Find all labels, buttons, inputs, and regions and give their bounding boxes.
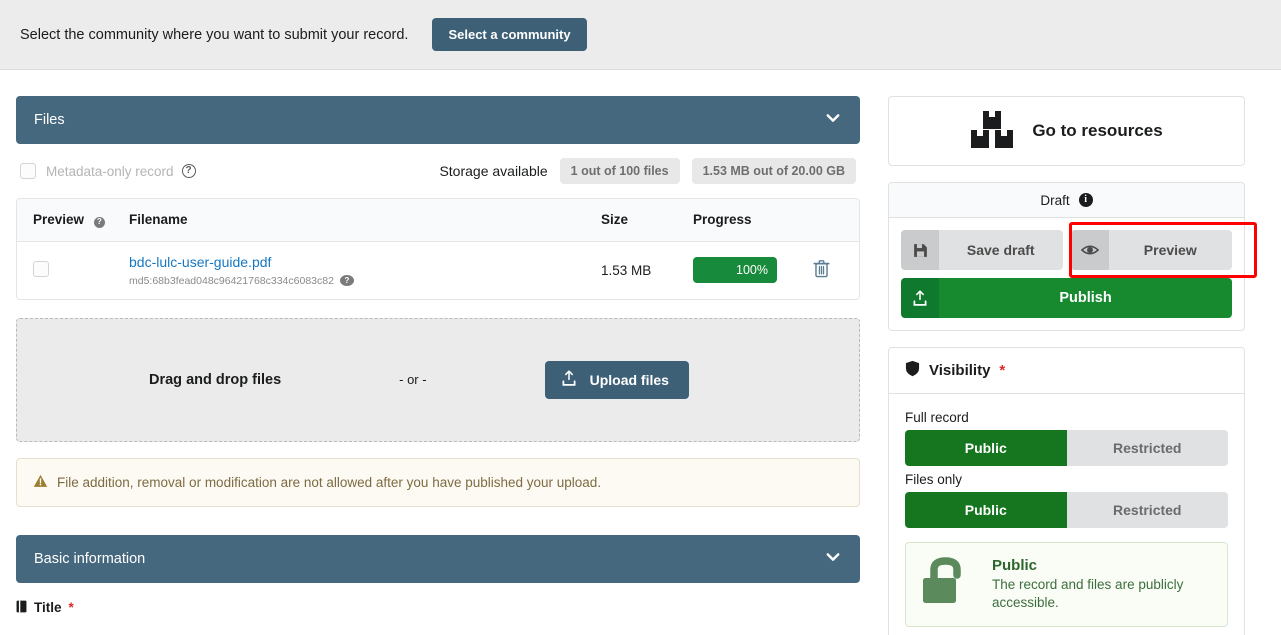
- files-table-head: Preview ? Filename Size Progress: [17, 199, 859, 242]
- visibility-options: Full record Public Restricted Files only…: [889, 394, 1244, 635]
- storage-availability: Storage available 1 out of 100 files 1.5…: [439, 157, 856, 185]
- title-label-text: Title: [34, 600, 62, 615]
- column-header-actions: [801, 199, 859, 242]
- basic-information-header[interactable]: Basic information: [16, 534, 860, 583]
- visibility-card: Visibility * Full record Public Restrict…: [888, 347, 1245, 635]
- required-marker: *: [68, 600, 74, 615]
- sidebar-column: Go to resources Draft i Save draft Previ…: [888, 96, 1257, 635]
- preview-header-label: Preview: [33, 212, 85, 227]
- files-only-public-option[interactable]: Public: [905, 492, 1067, 528]
- main-form-column: Files Metadata-only record ? Storage ava…: [16, 96, 860, 616]
- metadata-only-row: Metadata-only record ? Storage available…: [16, 144, 860, 198]
- row-progress-cell: 100%: [681, 242, 801, 299]
- storage-files-badge: 1 out of 100 files: [559, 157, 680, 185]
- files-immutability-warning: File addition, removal or modification a…: [16, 457, 860, 507]
- file-dropzone[interactable]: Drag and drop files - or - Upload files: [16, 317, 860, 442]
- title-field-label: Title *: [16, 600, 860, 616]
- dropzone-separator: - or -: [399, 372, 427, 387]
- storage-size-badge: 1.53 MB out of 20.00 GB: [691, 157, 856, 185]
- uploaded-files-table: Preview ? Filename Size Progress bdc-lul…: [16, 198, 860, 300]
- files-section-title: Files: [34, 112, 65, 128]
- save-icon: [901, 230, 939, 270]
- files-only-toggle-group: Public Restricted: [905, 492, 1228, 528]
- chevron-down-icon[interactable]: [824, 548, 842, 570]
- question-circle-icon[interactable]: ?: [181, 164, 196, 178]
- preview-button[interactable]: Preview: [1070, 230, 1232, 270]
- upload-icon: [901, 278, 939, 318]
- publish-button[interactable]: Publish: [901, 278, 1232, 318]
- publish-label: Publish: [939, 278, 1232, 318]
- boxes-icon: [970, 109, 1014, 154]
- page-body: Files Metadata-only record ? Storage ava…: [0, 70, 1281, 635]
- question-circle-icon[interactable]: ?: [93, 216, 105, 228]
- book-icon: [16, 600, 27, 616]
- column-header-progress: Progress: [681, 199, 801, 242]
- progress-percent-label: 100%: [736, 263, 768, 277]
- row-actions-cell: [801, 242, 859, 299]
- upload-icon: [561, 369, 577, 390]
- column-header-filename: Filename: [117, 199, 589, 242]
- row-preview-cell: [17, 242, 117, 299]
- files-section-header[interactable]: Files: [16, 96, 860, 144]
- question-circle-icon[interactable]: ?: [339, 275, 354, 286]
- metadata-only-checkbox[interactable]: [20, 163, 36, 179]
- draft-label: Draft: [1040, 192, 1070, 208]
- shield-icon: [905, 360, 920, 381]
- files-only-label: Files only: [905, 472, 963, 487]
- public-note-description: The record and files are publicly access…: [992, 576, 1184, 610]
- draft-card: Draft i Save draft Preview Publish: [888, 182, 1257, 331]
- metadata-only-label: Metadata-only record: [46, 163, 174, 179]
- chevron-down-icon[interactable]: [824, 109, 842, 131]
- dropzone-title: Drag and drop files: [149, 371, 282, 388]
- column-header-size: Size: [589, 199, 681, 242]
- column-header-preview: Preview ?: [17, 199, 117, 242]
- storage-available-label: Storage available: [439, 163, 548, 179]
- community-prompt-text: Select the community where you want to s…: [20, 26, 409, 43]
- checksum-text: md5:68b3fead048c96421768c334c6083c82: [129, 274, 334, 287]
- files-only-restricted-option[interactable]: Restricted: [1066, 492, 1228, 528]
- public-note-text: Public The record and files are publicly…: [992, 557, 1197, 612]
- save-draft-label: Save draft: [939, 230, 1063, 270]
- go-to-resources-label: Go to resources: [1032, 121, 1163, 140]
- files-table-body: bdc-lulc-user-guide.pdf md5:68b3fead048c…: [17, 242, 859, 299]
- files-table-header-row: Preview ? Filename Size Progress: [17, 199, 859, 242]
- required-marker: *: [999, 362, 1006, 379]
- table-row: bdc-lulc-user-guide.pdf md5:68b3fead048c…: [17, 242, 859, 299]
- visibility-public-note: Public The record and files are publicly…: [905, 542, 1228, 627]
- upload-progress-bar: 100%: [693, 257, 777, 283]
- full-record-public-option[interactable]: Public: [905, 430, 1067, 466]
- visibility-label: Visibility: [929, 362, 991, 379]
- basic-information-title: Basic information: [34, 550, 146, 567]
- basic-information-section: Basic information Title *: [16, 534, 860, 616]
- warning-triangle-icon: [33, 474, 48, 491]
- draft-button-row: Save draft Preview: [901, 230, 1232, 270]
- file-checksum: md5:68b3fead048c96421768c334c6083c82 ?: [129, 275, 577, 287]
- upload-files-label: Upload files: [589, 371, 669, 388]
- preview-label: Preview: [1108, 230, 1232, 270]
- draft-card-header: Draft i: [889, 183, 1244, 218]
- full-record-toggle-group: Public Restricted: [905, 430, 1228, 466]
- file-link[interactable]: bdc-lulc-user-guide.pdf: [129, 254, 271, 270]
- warning-text: File addition, removal or modification a…: [57, 474, 602, 490]
- row-filename-cell: bdc-lulc-user-guide.pdf md5:68b3fead048c…: [117, 242, 589, 299]
- row-size-cell: 1.53 MB: [601, 262, 652, 278]
- public-note-title: Public: [992, 556, 1038, 574]
- visibility-card-header: Visibility *: [889, 348, 1244, 394]
- select-a-community-button[interactable]: Select a community: [432, 18, 587, 51]
- full-record-restricted-option[interactable]: Restricted: [1066, 430, 1228, 466]
- save-draft-button[interactable]: Save draft: [901, 230, 1063, 270]
- community-selection-banner: Select the community where you want to s…: [0, 0, 1281, 70]
- unlock-icon: [920, 556, 976, 613]
- trash-icon[interactable]: [813, 259, 830, 278]
- upload-files-button[interactable]: Upload files: [544, 360, 689, 399]
- draft-actions: Save draft Preview Publish: [889, 218, 1257, 330]
- preview-checkbox[interactable]: [33, 260, 49, 277]
- eye-icon: [1070, 230, 1109, 270]
- info-circle-icon[interactable]: i: [1078, 193, 1093, 207]
- go-to-resources-card[interactable]: Go to resources: [888, 96, 1245, 166]
- full-record-label: Full record: [905, 410, 969, 425]
